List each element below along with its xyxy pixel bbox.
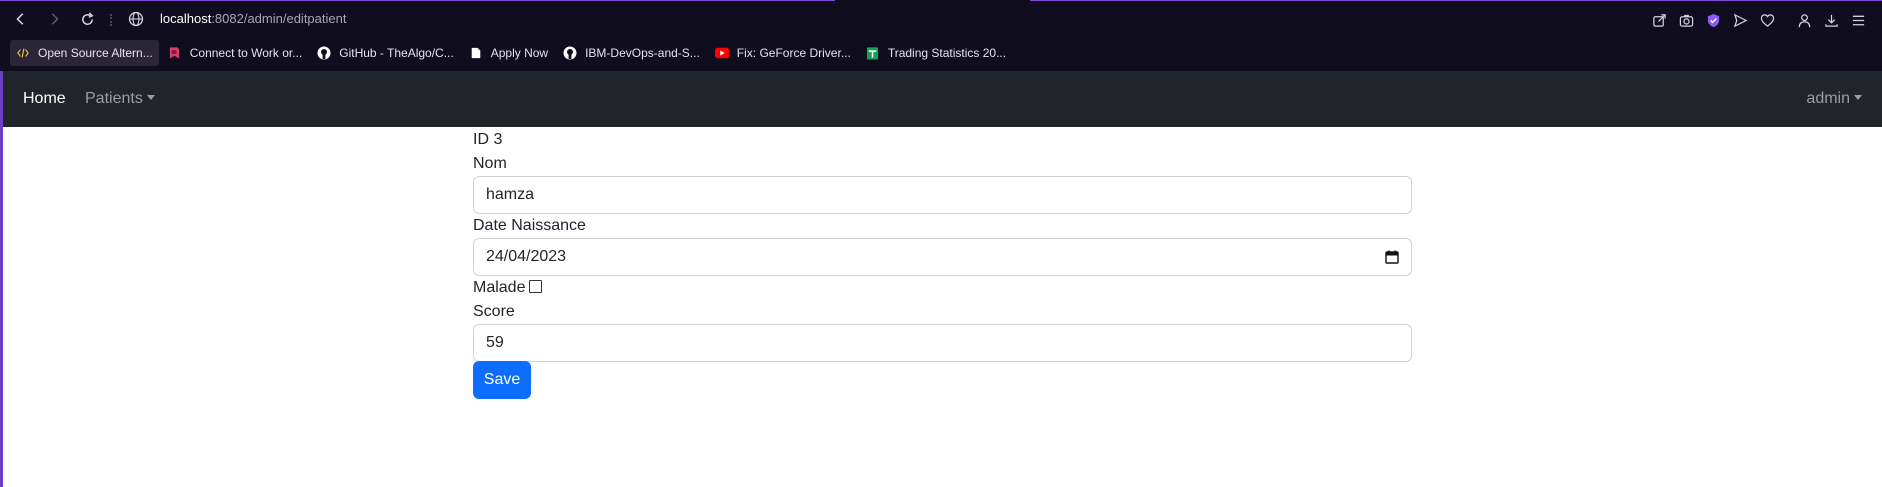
url-host: localhost [160,11,212,26]
malade-checkbox[interactable] [529,280,543,293]
bookmark-item[interactable]: Open Source Altern... [10,40,159,66]
bookmark-item[interactable]: Fix: GeForce Driver... [709,40,857,66]
nom-input[interactable]: hamza [473,176,1412,214]
reload-icon[interactable] [76,8,98,30]
date-naissance-value: 24/04/2023 [486,248,567,265]
date-naissance-label: Date Naissance [473,217,586,234]
github-icon [317,46,331,60]
github-icon [563,46,577,60]
user-menu-dropdown[interactable]: admin [1806,90,1862,108]
bookmark-item[interactable]: Trading Statistics 20... [860,40,1012,66]
youtube-icon [714,46,729,60]
url-path: :8082/admin/editpatient [211,11,347,26]
bookmark-label: Apply Now [490,46,549,60]
nav-home-link[interactable]: Home [23,90,66,108]
tab-strip-edge [0,0,835,1]
forward-icon[interactable] [43,8,65,30]
sheets-icon [866,46,880,60]
browser-actions [1646,10,1872,30]
date-naissance-input[interactable]: 24/04/2023 [473,238,1412,276]
nom-label: Nom [473,155,507,172]
bookmark-item[interactable]: IBM-DevOps-and-S... [557,40,706,66]
share-icon[interactable] [1646,10,1673,30]
bookmarks-bar: Open Source Altern... Connect to Work or… [10,40,1015,66]
save-button[interactable]: Save [473,361,531,399]
download-icon[interactable] [1818,10,1845,30]
back-icon[interactable] [10,8,32,30]
divider [110,14,112,26]
score-input[interactable]: 59 [473,324,1412,362]
calendar-icon[interactable] [1385,250,1399,264]
menu-icon[interactable] [1845,10,1872,30]
heart-icon[interactable] [1754,10,1781,30]
app-navbar: Home Patients admin [0,71,1882,127]
tab-strip-edge [1030,0,1882,1]
score-value: 59 [486,334,504,351]
caret-down-icon [1854,95,1862,100]
code-icon [16,46,30,60]
nom-value: hamza [486,186,535,203]
bookmark-item[interactable]: Connect to Work or... [162,40,309,66]
send-icon[interactable] [1727,10,1754,30]
divider [1781,10,1791,30]
malade-row: Malade [473,279,543,297]
caret-down-icon [146,95,155,100]
bookmark-item[interactable]: GitHub - TheAlgo/C... [311,40,460,66]
globe-icon[interactable] [128,11,144,27]
bookmark-label: IBM-DevOps-and-S... [585,46,700,60]
bookmark-label: Fix: GeForce Driver... [736,46,851,60]
window-edge [0,127,3,487]
nav-patients-dropdown[interactable]: Patients [85,90,155,108]
camera-icon[interactable] [1673,10,1700,30]
shield-icon[interactable] [1700,10,1727,30]
nav-patients-label: Patients [85,90,143,107]
address-bar[interactable]: localhost:8082/admin/editpatient [160,11,346,26]
profile-icon[interactable] [1791,10,1818,30]
user-menu-label: admin [1806,90,1850,107]
bookmark-label: GitHub - TheAlgo/C... [339,46,454,60]
bookmark-label: Trading Statistics 20... [887,46,1007,60]
malade-label: Malade [473,279,526,296]
bookmark-label: Connect to Work or... [189,46,303,60]
document-icon [469,46,483,60]
bookmark-item[interactable]: Apply Now [463,40,554,66]
browser-toolbar: localhost:8082/admin/editpatient Open So… [0,0,1882,71]
bookmark-label: Open Source Altern... [38,46,153,60]
score-label: Score [473,303,515,320]
bookmark-red-icon [168,46,182,60]
patient-id-text: ID 3 [473,131,503,148]
